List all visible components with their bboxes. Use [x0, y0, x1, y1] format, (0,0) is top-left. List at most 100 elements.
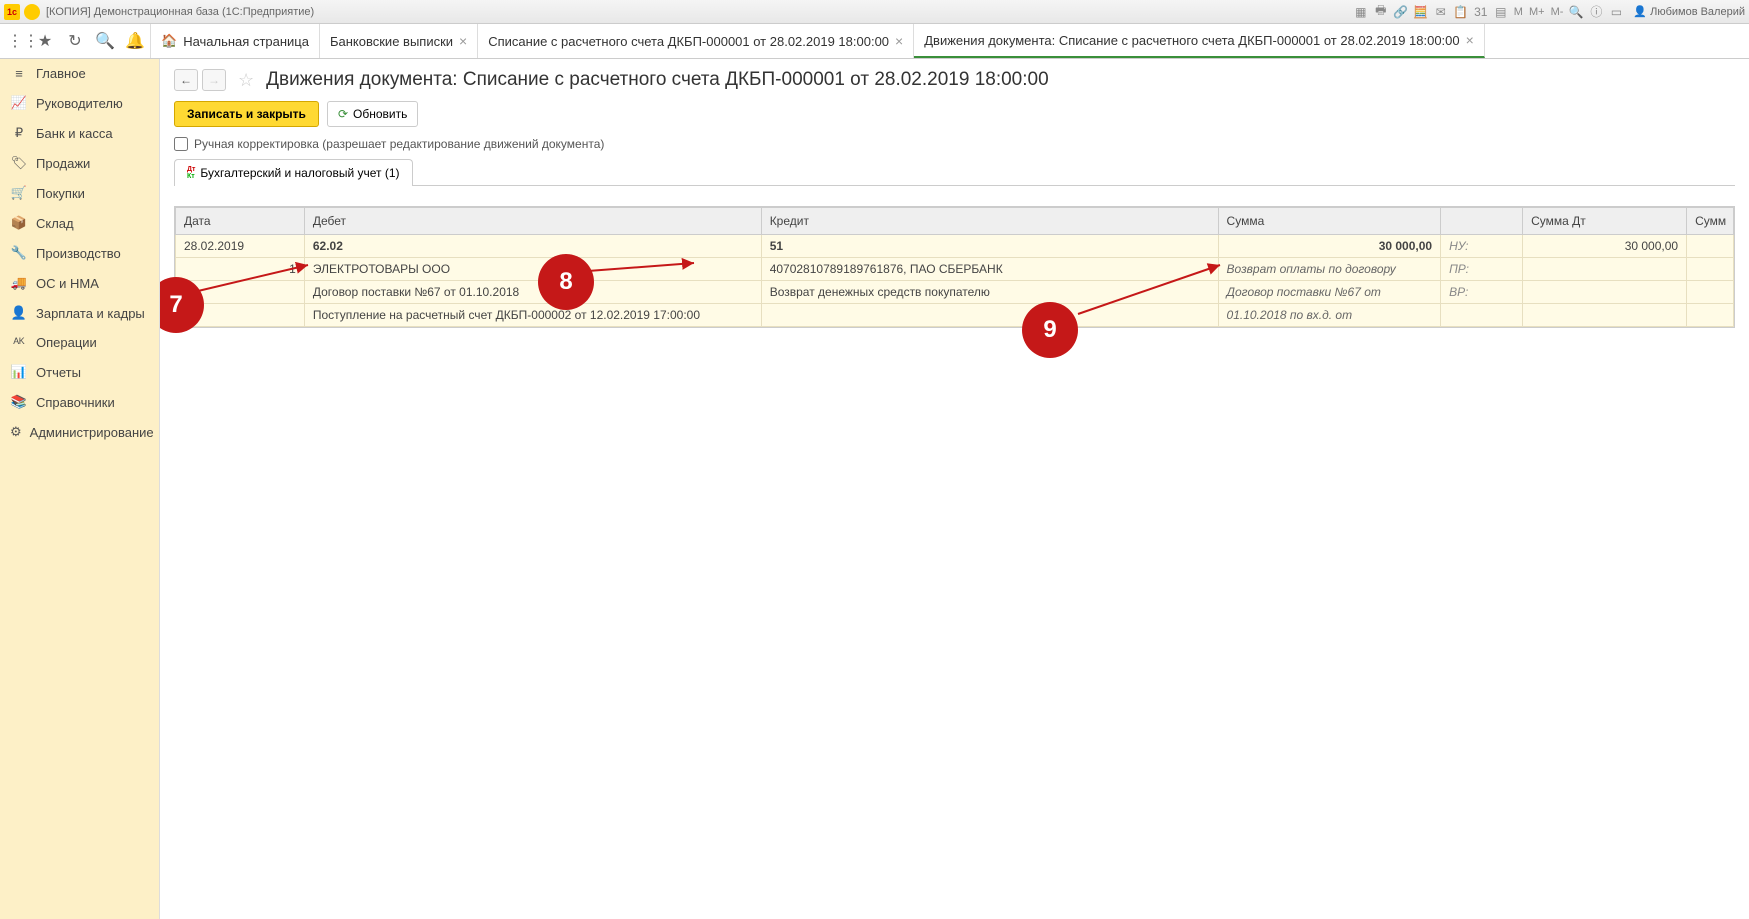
tab-label: Движения документа: Списание с расчетног… — [924, 33, 1459, 48]
history-clock-icon[interactable]: ↻ — [60, 24, 90, 58]
calendar-icon[interactable]: 31 — [1472, 3, 1490, 21]
sidebar-item-purchases[interactable]: 🛒 Покупки — [0, 178, 159, 208]
close-icon[interactable]: × — [459, 33, 467, 49]
manual-edit-checkbox[interactable] — [174, 137, 188, 151]
cell-desc-l3: 01.10.2018 по вх.д. от — [1218, 304, 1441, 327]
history-icon[interactable]: 📋 — [1452, 3, 1470, 21]
cell-credit-l1[interactable]: 40702810789189761876, ПАО СБЕРБАНК — [761, 258, 1218, 281]
close-icon[interactable]: × — [1466, 32, 1474, 48]
menu-icon: ≡ — [10, 66, 28, 81]
cell-empty — [1523, 281, 1687, 304]
app-logo-icon: 1c — [4, 4, 20, 20]
cell-sumdt[interactable]: 30 000,00 — [1523, 235, 1687, 258]
sidebar-item-label: Операции — [36, 335, 97, 350]
sidebar-item-sales[interactable]: 🏷 Продажи — [0, 148, 159, 178]
movements-table[interactable]: Дата Дебет Кредит Сумма Сумма Дт Сумм 28… — [174, 206, 1735, 328]
save-icon[interactable]: ▦ — [1352, 3, 1370, 21]
notifications-bell-icon[interactable]: 🔔 — [120, 24, 150, 58]
cell-credit-l2[interactable]: Возврат денежных средств покупателю — [761, 281, 1218, 304]
cell-empty — [761, 304, 1218, 327]
sidebar-item-warehouse[interactable]: 📦Склад — [0, 208, 159, 238]
memory-mplus-button[interactable]: M+ — [1527, 6, 1547, 18]
info-icon[interactable]: ⓘ — [1587, 3, 1605, 21]
sidebar-item-hr[interactable]: 👤Зарплата и кадры — [0, 298, 159, 328]
sidebar-item-label: Главное — [36, 66, 86, 81]
tab-writeoff[interactable]: Списание с расчетного счета ДКБП-000001 … — [478, 24, 914, 58]
tab-movements[interactable]: Движения документа: Списание с расчетног… — [914, 24, 1485, 58]
sidebar-item-operations[interactable]: ᴬᴷОперации — [0, 328, 159, 357]
cart-icon: 🛒 — [10, 185, 28, 201]
cell-debit-l2[interactable]: Договор поставки №67 от 01.10.2018 — [304, 281, 761, 304]
sidebar-item-label: Продажи — [36, 156, 90, 171]
sidebar-item-reports[interactable]: 📊Отчеты — [0, 357, 159, 387]
nav-forward-button[interactable]: → — [202, 69, 226, 91]
print-icon[interactable]: 🖶 — [1372, 3, 1390, 21]
cell-row-num: 1 — [176, 258, 305, 281]
calc-icon[interactable]: 🧮 — [1412, 3, 1430, 21]
tab-label: Начальная страница — [183, 34, 309, 49]
manual-edit-label: Ручная корректировка (разрешает редактир… — [194, 137, 604, 151]
wrench-icon: 🔧 — [10, 245, 28, 261]
apps-grid-icon[interactable]: ⋮⋮⋮ — [0, 24, 30, 58]
sidebar-item-bank[interactable]: ₽Банк и касса — [0, 118, 159, 148]
cell-debit-acc[interactable]: 62.02 — [304, 235, 761, 258]
cell-date[interactable]: 28.02.2019 — [176, 235, 305, 258]
tag-icon: 🏷 — [10, 155, 28, 171]
cell-desc-l2: Договор поставки №67 от — [1218, 281, 1441, 304]
sidebar-item-admin[interactable]: ⚙Администрирование — [0, 417, 159, 447]
favorite-star-icon[interactable]: ★ — [30, 24, 60, 58]
favorite-toggle[interactable]: ☆ — [238, 70, 254, 91]
sidebar-item-manager[interactable]: 📈Руководителю — [0, 88, 159, 118]
calc2-icon[interactable]: ▤ — [1492, 3, 1510, 21]
cell-debit-l3[interactable]: Поступление на расчетный счет ДКБП-00000… — [304, 304, 761, 327]
sidebar-item-production[interactable]: 🔧 Производство — [0, 238, 159, 268]
memory-m-button[interactable]: M — [1512, 6, 1525, 18]
sidebar-item-assets[interactable]: 🚚ОС и НМА — [0, 268, 159, 298]
cell-empty — [1523, 304, 1687, 327]
dtk-icon: ДтКт — [187, 166, 195, 180]
cell-vr: ВР: — [1441, 281, 1523, 304]
cell-empty — [1687, 304, 1734, 327]
col-date[interactable]: Дата — [176, 208, 305, 235]
sidebar-item-label: Производство — [36, 246, 121, 261]
col-sumdt[interactable]: Сумма Дт — [1523, 208, 1687, 235]
mail-icon[interactable]: ✉ — [1432, 3, 1450, 21]
cell-empty — [1687, 281, 1734, 304]
memory-mminus-button[interactable]: M- — [1549, 6, 1566, 18]
col-credit[interactable]: Кредит — [761, 208, 1218, 235]
col-sumk[interactable]: Сумм — [1687, 208, 1734, 235]
sidebar-item-main[interactable]: ≡ Главное — [0, 59, 159, 88]
cell-empty — [1687, 258, 1734, 281]
tab-home[interactable]: 🏠Начальная страница — [151, 24, 320, 58]
cell-pr: ПР: — [1441, 258, 1523, 281]
person-icon: 👤 — [10, 305, 28, 321]
save-close-button[interactable]: Записать и закрыть — [174, 101, 319, 127]
box-icon: 📦 — [10, 215, 28, 231]
cell-credit-acc[interactable]: 51 — [761, 235, 1218, 258]
sidebar: ≡ Главное 📈Руководителю ₽Банк и касса 🏷 Пр… — [0, 59, 160, 919]
col-debit[interactable]: Дебет — [304, 208, 761, 235]
cell-sum[interactable]: 30 000,00 — [1218, 235, 1441, 258]
cell-nu: НУ: — [1441, 235, 1523, 258]
panel-icon[interactable]: ▭ — [1607, 3, 1625, 21]
chart-icon: 📈 — [10, 95, 28, 111]
window-title: [КОПИЯ] Демонстрационная база (1С:Предпр… — [46, 6, 314, 18]
zoom-icon[interactable]: 🔍 — [1567, 3, 1585, 21]
refresh-button[interactable]: ⟳Обновить — [327, 101, 418, 127]
window-titlebar: 1c [КОПИЯ] Демонстрационная база (1С:Пре… — [0, 0, 1749, 24]
dropdown-icon[interactable] — [24, 4, 40, 20]
subtab-accounting[interactable]: ДтКт Бухгалтерский и налоговый учет (1) — [174, 159, 413, 186]
sidebar-item-label: ОС и НМА — [36, 276, 99, 291]
search-icon[interactable]: 🔍 — [90, 24, 120, 58]
sidebar-item-directories[interactable]: 📚Справочники — [0, 387, 159, 417]
cell-debit-l1[interactable]: ЭЛЕКТРОТОВАРЫ ООО — [304, 258, 761, 281]
col-sum[interactable]: Сумма — [1218, 208, 1441, 235]
nav-back-button[interactable]: ← — [174, 69, 198, 91]
link-icon[interactable]: 🔗 — [1392, 3, 1410, 21]
tab-bank-statements[interactable]: Банковские выписки× — [320, 24, 478, 58]
annotation-8: 8 — [538, 254, 594, 310]
close-icon[interactable]: × — [895, 33, 903, 49]
user-label[interactable]: 👤Любимов Валерий — [1633, 5, 1745, 18]
col-blank[interactable] — [1441, 208, 1523, 235]
sidebar-item-label: Покупки — [36, 186, 85, 201]
